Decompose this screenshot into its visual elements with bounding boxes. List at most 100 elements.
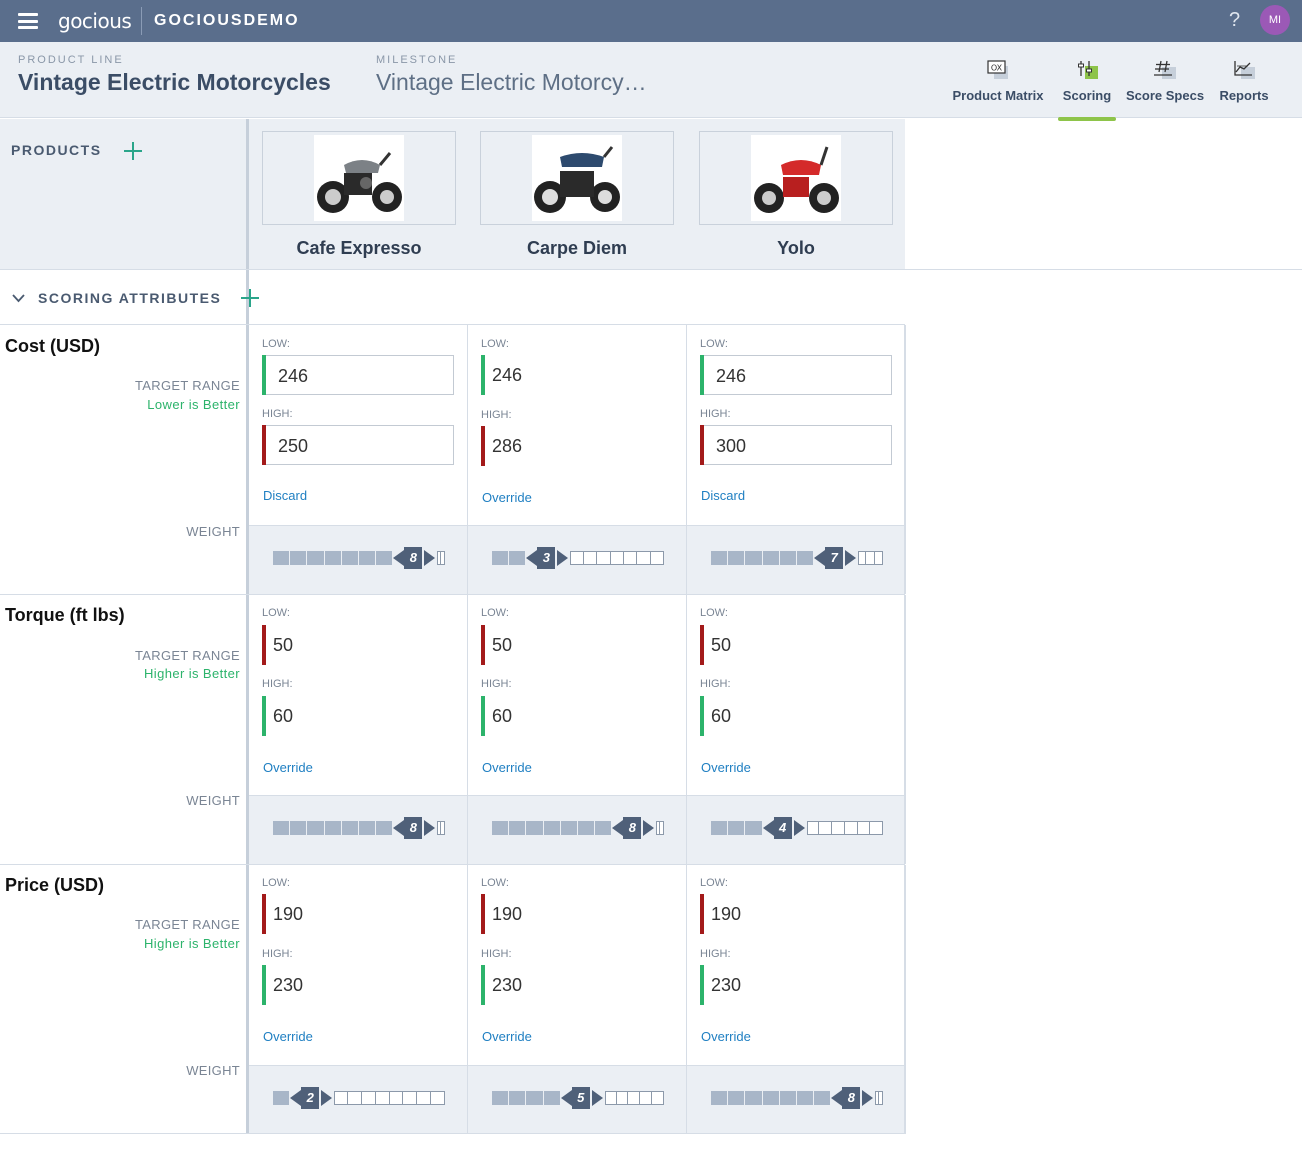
decrease-arrow-icon[interactable]	[612, 820, 624, 836]
add-product-icon[interactable]	[124, 142, 142, 160]
increase-arrow-icon[interactable]	[321, 1090, 333, 1106]
attribute-name[interactable]: Price (USD)	[5, 875, 104, 896]
product-card[interactable]	[480, 131, 674, 225]
weight-value[interactable]: 8	[404, 547, 423, 569]
weight-segment-empty	[604, 1091, 617, 1105]
weight-segment-filled	[359, 551, 377, 565]
decrease-arrow-icon[interactable]	[814, 550, 826, 566]
good-indicator	[700, 696, 704, 736]
add-attribute-icon[interactable]	[241, 289, 259, 307]
weight-slider[interactable]: 7	[711, 547, 883, 569]
decrease-arrow-icon[interactable]	[526, 550, 538, 566]
weight-segment-empty	[616, 1091, 629, 1105]
high-input[interactable]: 300	[700, 425, 892, 465]
tab-product-matrix[interactable]: OX Product Matrix	[946, 42, 1050, 118]
increase-arrow-icon[interactable]	[862, 1090, 874, 1106]
override-link[interactable]: Override	[482, 1029, 532, 1044]
override-link[interactable]: Override	[701, 760, 751, 775]
discard-link[interactable]: Discard	[263, 488, 307, 503]
weight-slider[interactable]: 3	[492, 547, 664, 569]
weight-slider[interactable]: 8	[273, 817, 445, 839]
high-value: 60	[273, 706, 294, 726]
high-value-field: 230	[262, 965, 454, 1005]
weight-value[interactable]: 7	[825, 547, 844, 569]
decrease-arrow-icon[interactable]	[393, 820, 405, 836]
weight-slider[interactable]: 8	[711, 1087, 883, 1109]
increase-arrow-icon[interactable]	[793, 820, 805, 836]
weight-slider[interactable]: 2	[273, 1087, 445, 1109]
weight-segment-filled	[492, 551, 510, 565]
increase-arrow-icon[interactable]	[424, 820, 436, 836]
weight-segment-filled	[543, 821, 561, 835]
weight-segment-filled	[324, 821, 342, 835]
weight-slider[interactable]: 5	[492, 1087, 664, 1109]
menu-icon[interactable]	[18, 13, 38, 29]
weight-segment-empty	[844, 821, 858, 835]
target-range-panel: LOW: 246 HIGH: 250 Discard	[249, 325, 467, 525]
avatar[interactable]: MI	[1260, 5, 1290, 35]
override-link[interactable]: Override	[263, 760, 313, 775]
increase-arrow-icon[interactable]	[424, 550, 436, 566]
active-tab-indicator	[1058, 117, 1116, 121]
weight-segment-empty	[832, 821, 845, 835]
weight-segment-filled	[779, 551, 797, 565]
weight-value[interactable]: 2	[301, 1087, 320, 1109]
low-label: LOW:	[481, 877, 509, 889]
decrease-arrow-icon[interactable]	[831, 1090, 843, 1106]
high-input[interactable]: 250	[262, 425, 454, 465]
weight-value[interactable]: 3	[537, 547, 556, 569]
weight-segment-empty	[637, 551, 651, 565]
weight-value[interactable]: 8	[842, 1087, 861, 1109]
weight-value[interactable]: 5	[571, 1087, 590, 1109]
low-value: 246	[716, 366, 747, 386]
weight-value[interactable]: 8	[404, 817, 423, 839]
product-line-title[interactable]: Vintage Electric Motorcycles	[18, 69, 331, 96]
tab-reports[interactable]: Reports	[1214, 42, 1274, 118]
chevron-down-icon[interactable]	[12, 291, 25, 304]
low-input[interactable]: 246	[262, 355, 454, 395]
override-link[interactable]: Override	[263, 1029, 313, 1044]
discard-link[interactable]: Discard	[701, 488, 745, 503]
weight-slider[interactable]: 8	[273, 547, 445, 569]
increase-arrow-icon[interactable]	[557, 550, 569, 566]
attribute-name[interactable]: Torque (ft lbs)	[5, 605, 125, 626]
product-name[interactable]: Carpe Diem	[480, 238, 674, 259]
decrease-arrow-icon[interactable]	[290, 1090, 302, 1106]
decrease-arrow-icon[interactable]	[560, 1090, 572, 1106]
weight-slider[interactable]: 4	[711, 817, 883, 839]
logo[interactable]: gocious	[58, 9, 132, 33]
increase-arrow-icon[interactable]	[591, 1090, 603, 1106]
override-link[interactable]: Override	[701, 1029, 751, 1044]
weight-slider[interactable]: 8	[492, 817, 664, 839]
increase-arrow-icon[interactable]	[643, 820, 655, 836]
weight-value[interactable]: 8	[623, 817, 642, 839]
attribute-name[interactable]: Cost (USD)	[5, 336, 100, 357]
weight-segment-filled	[509, 821, 527, 835]
tab-scoring[interactable]: Scoring	[1058, 42, 1116, 121]
weight-segment-filled	[492, 1091, 510, 1105]
product-name[interactable]: Yolo	[699, 238, 893, 259]
target-range-panel: LOW: 190 HIGH: 230 Override	[687, 865, 905, 1065]
decrease-arrow-icon[interactable]	[762, 820, 774, 836]
weight-segment-empty	[806, 821, 820, 835]
product-card[interactable]	[699, 131, 893, 225]
high-value-field: 60	[700, 696, 892, 736]
product-card[interactable]	[262, 131, 456, 225]
top-bar: gocious GOCIOUSDEMO ? MI	[0, 0, 1302, 42]
decrease-arrow-icon[interactable]	[393, 550, 405, 566]
override-link[interactable]: Override	[482, 760, 532, 775]
low-input[interactable]: 246	[700, 355, 892, 395]
increase-arrow-icon[interactable]	[845, 550, 857, 566]
weight-panel: 5	[468, 1065, 686, 1134]
weight-segment-filled	[307, 551, 325, 565]
weight-value[interactable]: 4	[773, 817, 792, 839]
weight-segment-empty	[361, 1091, 376, 1105]
target-range-panel: LOW: 50 HIGH: 60 Override	[249, 595, 467, 795]
milestone-label: MILESTONE	[376, 54, 458, 66]
product-name[interactable]: Cafe Expresso	[262, 238, 456, 259]
tab-score-specs[interactable]: Score Specs	[1126, 42, 1204, 118]
weight-segment-empty	[334, 1091, 349, 1105]
override-link[interactable]: Override	[482, 490, 532, 505]
help-icon[interactable]: ?	[1229, 9, 1240, 32]
milestone-title[interactable]: Vintage Electric Motorcy…	[376, 69, 646, 96]
